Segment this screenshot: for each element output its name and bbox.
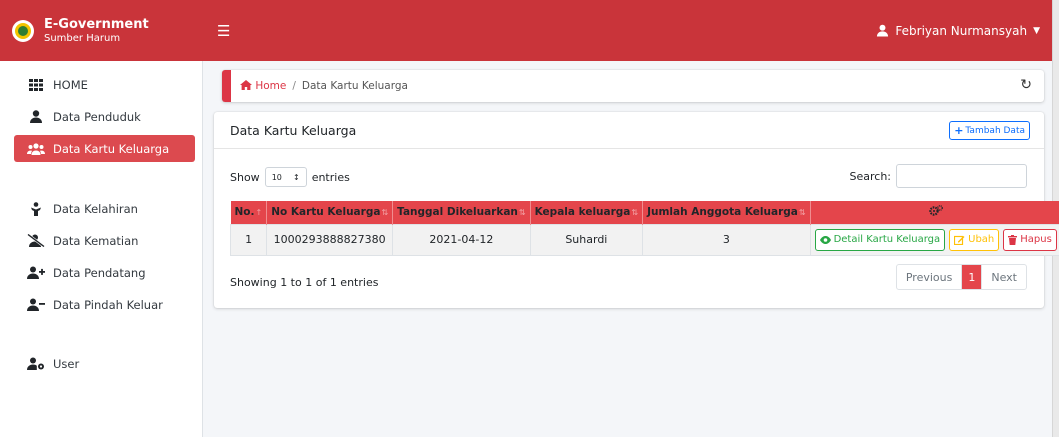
breadcrumb: Home / Data Kartu Keluarga: [240, 70, 408, 102]
user-icon: [877, 24, 889, 37]
column-header-kepala-keluarga[interactable]: Kepala keluarga⇅: [530, 201, 644, 224]
home-icon: [240, 80, 252, 90]
sidebar-item-label: Data Kelahiran: [53, 201, 138, 216]
pagination: Previous 1 Next: [895, 264, 1027, 290]
detail-kartu-keluarga-button[interactable]: Detail Kartu Keluarga: [814, 228, 946, 251]
sidebar-item-user[interactable]: User: [14, 350, 195, 377]
cogs-icon: [929, 205, 943, 216]
search-label: Search:: [849, 169, 892, 183]
add-data-label: Tambah Data: [965, 125, 1025, 136]
sidebar-item-data-kelahiran[interactable]: Data Kelahiran: [14, 195, 195, 222]
cell-actions: Detail Kartu Keluarga Ubah Hapus: [809, 223, 1059, 256]
hapus-button[interactable]: Hapus: [1003, 228, 1057, 251]
sidebar-item-data-penduduk[interactable]: Data Penduduk: [14, 103, 195, 130]
add-data-button[interactable]: + Tambah Data: [949, 121, 1030, 140]
breadcrumb-current: Data Kartu Keluarga: [301, 80, 408, 92]
breadcrumb-home-label: Home: [255, 80, 287, 92]
sort-icon: ⇅: [381, 208, 389, 218]
user-menu[interactable]: Febriyan Nurmansyah ▼: [876, 24, 1040, 38]
breadcrumb-home[interactable]: Home: [240, 80, 286, 92]
user-name: Febriyan Nurmansyah: [895, 23, 1028, 38]
entries-select[interactable]: 10 ↕: [264, 167, 307, 187]
top-navbar: ☰ Febriyan Nurmansyah ▼: [203, 0, 1052, 61]
search-control: Search:: [849, 164, 1027, 188]
entries-label: entries: [311, 170, 350, 184]
logo-icon: [12, 19, 34, 42]
column-header-actions: [810, 201, 1059, 224]
hapus-label: Hapus: [1020, 234, 1052, 245]
cell-no: 1: [229, 223, 268, 256]
trash-icon: [1008, 234, 1018, 245]
sidebar-item-label: Data Penduduk: [53, 109, 141, 124]
cell-kepala: Suhardi: [529, 223, 644, 256]
sidebar-item-label: Data Pendatang: [53, 265, 146, 280]
sort-icon: ⇅: [798, 208, 806, 218]
baby-icon: [27, 201, 45, 216]
sort-icon: ⇅: [518, 208, 526, 218]
sidebar: HOME Data Penduduk Data Kartu Keluarga D…: [0, 61, 203, 437]
user-minus-icon: [27, 298, 45, 311]
refresh-icon[interactable]: ↻: [1020, 77, 1032, 93]
grid-icon: [27, 78, 45, 91]
card-header: Data Kartu Keluarga + Tambah Data: [214, 112, 1044, 149]
sidebar-item-label: User: [53, 356, 80, 371]
brand[interactable]: E-Government Sumber Harum: [0, 0, 203, 61]
brand-subtitle: Sumber Harum: [44, 32, 121, 44]
detail-label: Detail Kartu Keluarga: [833, 234, 941, 245]
table-header-row: No.↑ No Kartu Keluarga⇅ Tanggal Dikeluar…: [230, 201, 1059, 224]
user-cog-icon: [27, 357, 45, 370]
user-plus-icon: [27, 266, 45, 279]
ubah-button[interactable]: Ubah: [949, 228, 1000, 251]
table-info: Showing 1 to 1 of 1 entries: [230, 276, 379, 289]
caret-down-icon: ▼: [1033, 25, 1040, 36]
user-icon: [27, 110, 45, 123]
column-header-no[interactable]: No.↑: [230, 201, 268, 224]
hamburger-icon[interactable]: ☰: [217, 22, 230, 40]
entries-select-value: 10: [271, 172, 282, 182]
plus-icon: +: [954, 124, 964, 137]
pagination-next[interactable]: Next: [982, 265, 1026, 289]
ubah-label: Ubah: [968, 234, 995, 245]
show-label: Show: [230, 170, 260, 184]
sidebar-item-home[interactable]: HOME: [14, 71, 195, 98]
cell-jumlah: 3: [642, 223, 811, 256]
users-icon: [27, 142, 45, 155]
sort-icon: ⇅: [631, 208, 639, 218]
cell-no-kk: 1000293888827380: [266, 223, 394, 256]
sidebar-item-label: Data Kartu Keluarga: [53, 141, 170, 156]
sidebar-item-data-pendatang[interactable]: Data Pendatang: [14, 259, 195, 286]
brand-title: E-Government: [44, 16, 149, 32]
pagination-previous[interactable]: Previous: [897, 265, 961, 289]
sidebar-item-data-pindah-keluar[interactable]: Data Pindah Keluar: [14, 291, 195, 318]
breadcrumb-accent: [222, 70, 231, 102]
search-input[interactable]: [896, 164, 1027, 188]
data-card: Data Kartu Keluarga + Tambah Data Show 1…: [214, 112, 1059, 308]
breadcrumb-bar: Home / Data Kartu Keluarga ↻: [222, 70, 1044, 102]
data-table: No.↑ No Kartu Keluarga⇅ Tanggal Dikeluar…: [229, 201, 1059, 256]
sidebar-item-data-kartu-keluarga[interactable]: Data Kartu Keluarga: [14, 135, 195, 162]
sort-asc-icon: ↑: [255, 208, 263, 218]
sidebar-item-label: Data Pindah Keluar: [53, 297, 163, 312]
length-control: Show 10 ↕ entries: [230, 167, 350, 187]
user-slash-icon: [27, 234, 45, 247]
cell-tanggal: 2021-04-12: [392, 223, 531, 256]
sidebar-item-data-kematian[interactable]: Data Kematian: [14, 227, 195, 254]
edit-icon: [954, 235, 965, 245]
table-row: 1 1000293888827380 2021-04-12 Suhardi 3 …: [229, 223, 1059, 256]
column-header-tanggal-dikeluarkan[interactable]: Tanggal Dikeluarkan⇅: [392, 201, 531, 224]
card-title: Data Kartu Keluarga: [230, 123, 357, 138]
eye-icon: [819, 235, 831, 244]
breadcrumb-separator: /: [292, 80, 296, 92]
pagination-page-1[interactable]: 1: [961, 265, 983, 289]
column-header-jumlah-anggota[interactable]: Jumlah Anggota Keluarga⇅: [642, 201, 811, 224]
sort-updown-icon: ↕: [292, 172, 300, 182]
sidebar-item-label: HOME: [53, 77, 88, 92]
sidebar-item-label: Data Kematian: [53, 233, 139, 248]
column-header-no-kartu-keluarga[interactable]: No Kartu Keluarga⇅: [266, 201, 394, 224]
